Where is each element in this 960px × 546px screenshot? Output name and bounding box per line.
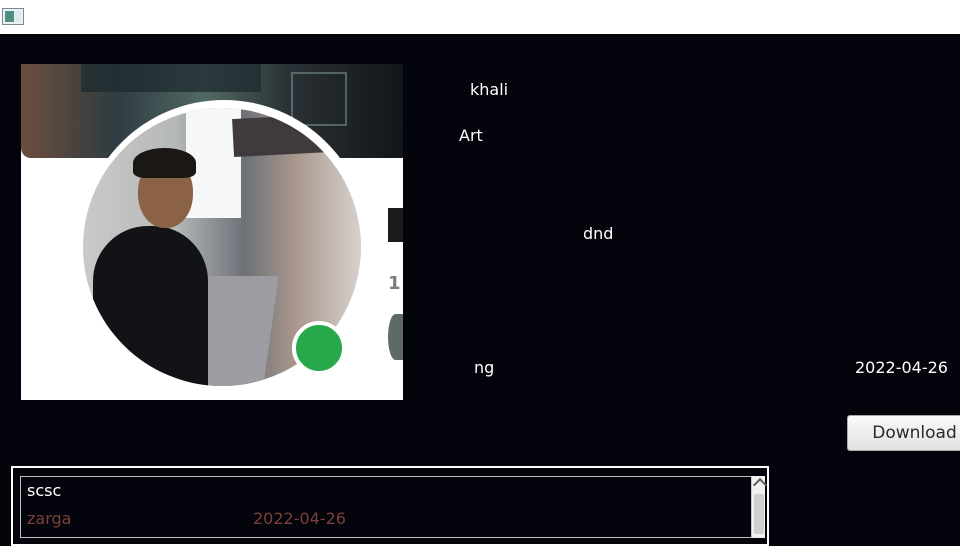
list-scrollbar[interactable] <box>751 476 765 538</box>
window-title-bar <box>0 0 960 34</box>
list-item-title[interactable]: scsc <box>27 481 61 501</box>
photo-side-number: 1 <box>388 273 401 294</box>
scroll-up-icon[interactable] <box>754 478 764 488</box>
main-content: 1 khali Art dnd ng 2022-04-26 Download s… <box>0 34 960 546</box>
profile-date: 2022-04-26 <box>855 358 948 377</box>
profile-status-text: dnd <box>583 224 614 243</box>
profile-photo: 1 <box>21 64 403 400</box>
scroll-thumb[interactable] <box>754 494 764 534</box>
profile-tag: ng <box>474 358 495 377</box>
profile-name: khali <box>470 80 509 99</box>
list-item-date: 2022-04-26 <box>253 509 346 528</box>
list-item-author: zarga <box>27 509 72 528</box>
app-window-icon <box>2 8 24 25</box>
items-list-frame: scsc zarga 2022-04-26 <box>11 466 769 546</box>
photo-side-thumbnail <box>388 314 403 360</box>
photo-side-text <box>388 208 403 242</box>
online-status-dot <box>292 321 346 375</box>
download-button[interactable]: Download <box>847 415 960 451</box>
items-list: scsc zarga 2022-04-26 <box>20 476 756 538</box>
profile-category: Art <box>459 126 483 145</box>
